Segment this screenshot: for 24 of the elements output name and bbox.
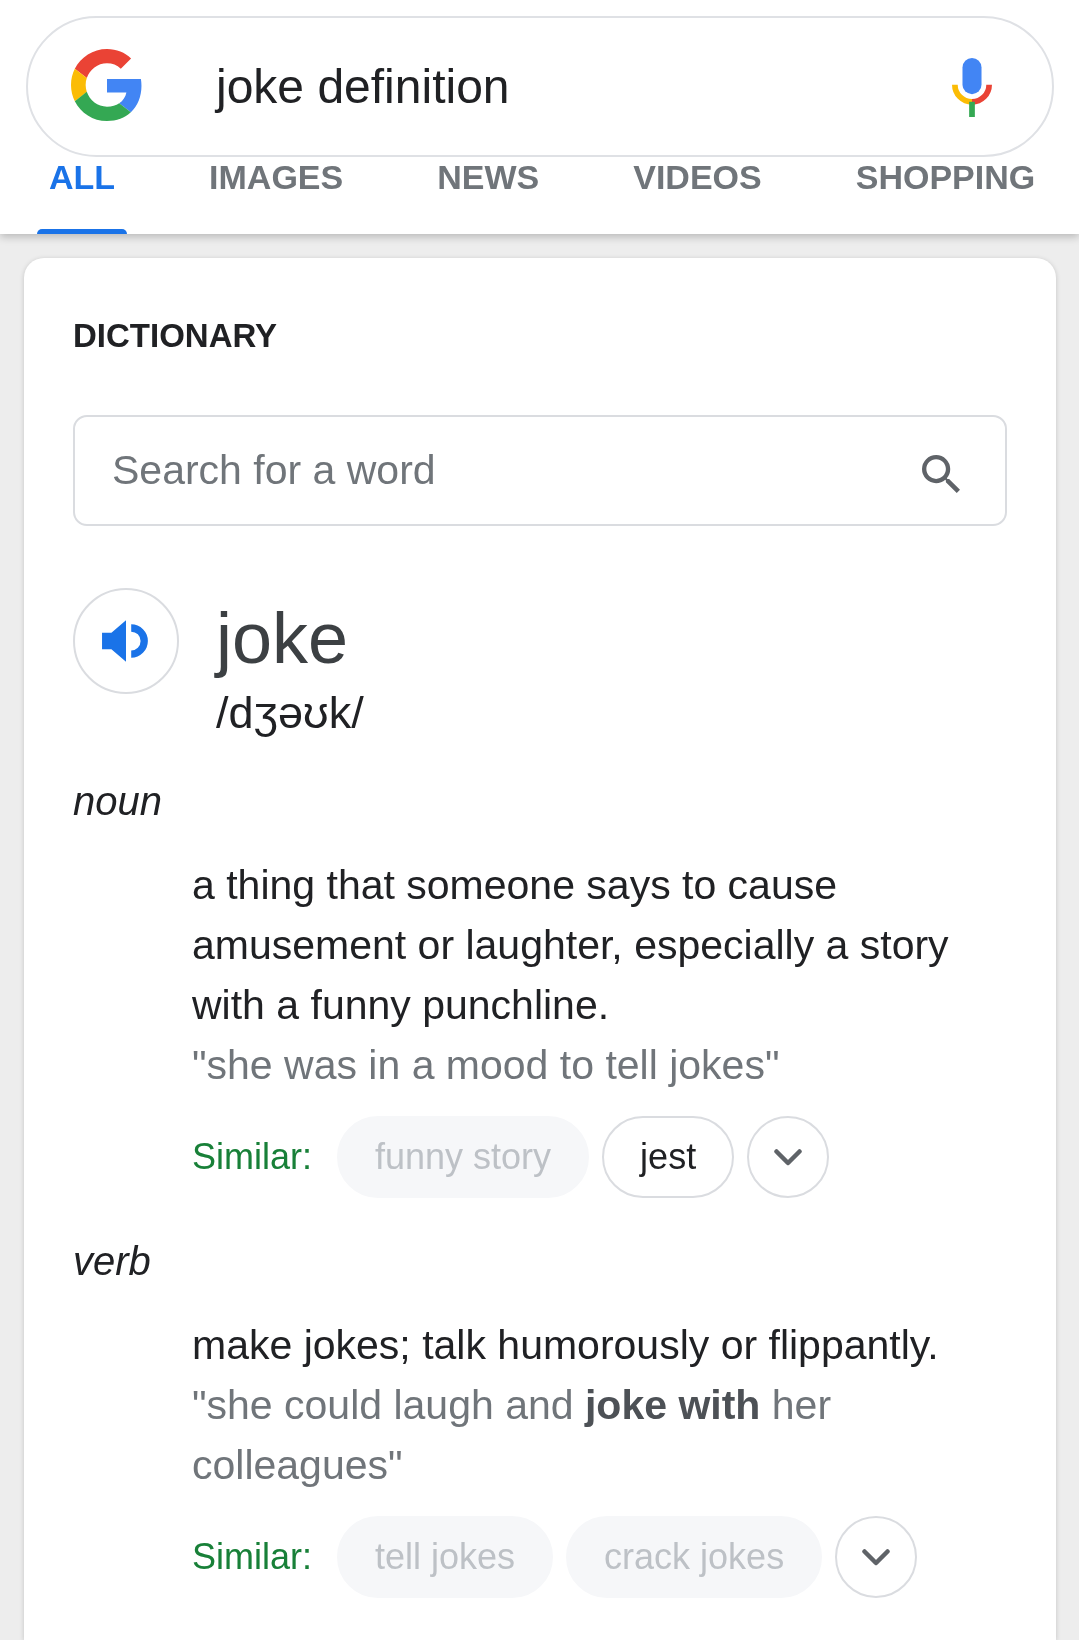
similar-label: Similar: [192, 1135, 312, 1179]
section-heading: DICTIONARY [73, 316, 279, 356]
search-icon[interactable] [922, 455, 960, 493]
tab[interactable]: VIDEOS [621, 157, 774, 234]
chevron-down-icon [774, 1148, 803, 1166]
synonym-chip[interactable]: jest [602, 1116, 735, 1198]
headword: joke [216, 597, 350, 680]
definition-text: make jokes; talk humorously or flippantly. [192, 1321, 940, 1370]
tab[interactable]: IMAGES [197, 157, 356, 234]
chevron-down-icon [862, 1548, 891, 1566]
similar-label: Similar: [192, 1535, 312, 1579]
microphone-icon[interactable] [951, 58, 993, 117]
word-search-field[interactable]: Search for a word [73, 415, 1007, 526]
tab[interactable]: ALL [37, 157, 128, 234]
tab[interactable]: NEWS [425, 157, 552, 234]
example-text: "she could laugh and joke with her colleagues" [192, 1381, 833, 1490]
part-of-speech: noun [73, 778, 163, 825]
definition-text: a thing that someone says to cause amusement or laughter, especially a story with a funny punchline. [192, 861, 950, 1030]
search-bar[interactable]: joke definition [26, 16, 1054, 157]
part-of-speech: verb [73, 1238, 152, 1285]
pronunciation: /dʒəʊk/ [216, 688, 364, 738]
logo-icon [71, 48, 143, 121]
example-text: "she was in a mood to tell jokes" [192, 1041, 781, 1090]
tab[interactable]: SHOPPING [843, 157, 1048, 234]
